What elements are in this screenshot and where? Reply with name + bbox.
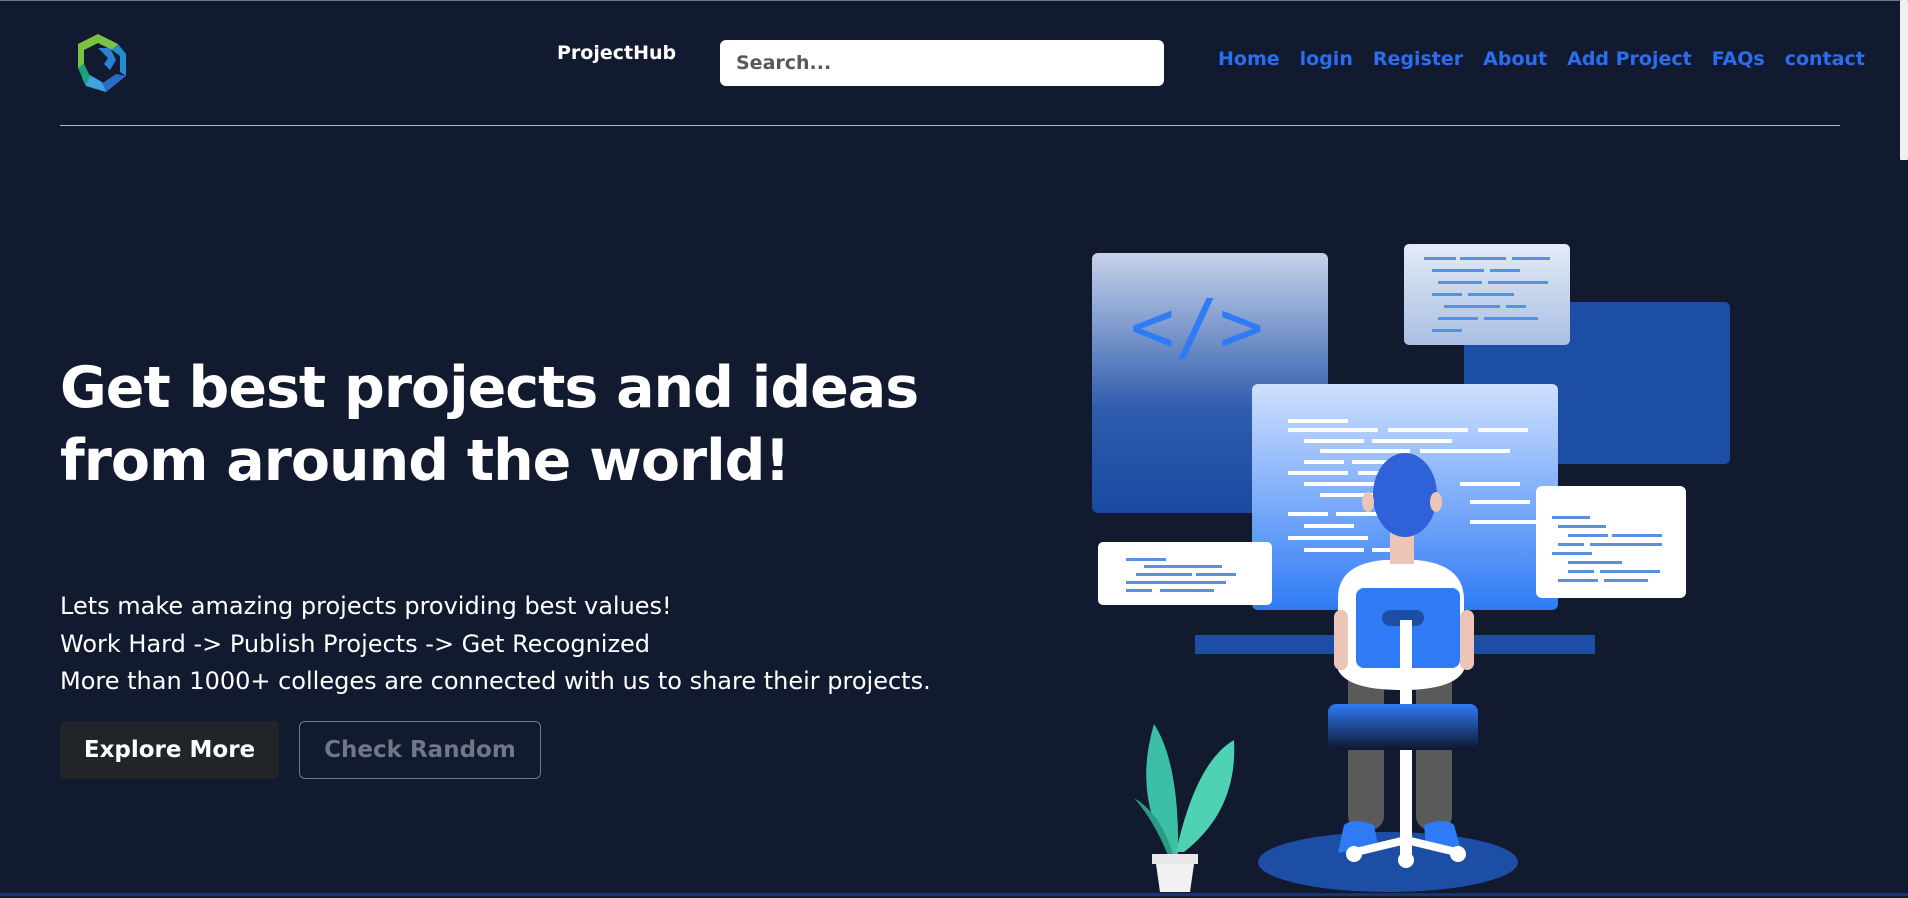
main-nav: Home login Register About Add Project FA…: [1218, 48, 1865, 70]
header-divider: [60, 125, 1840, 126]
code-symbol-icon: </>: [1130, 284, 1264, 370]
nav-register[interactable]: Register: [1373, 48, 1463, 70]
person-left-arm: [1334, 610, 1348, 670]
nav-about[interactable]: About: [1483, 48, 1547, 70]
headline-line-2: from around the world!: [60, 428, 790, 494]
nav-contact[interactable]: contact: [1785, 48, 1865, 70]
page-scrollbar[interactable]: [1900, 0, 1908, 893]
window-top-border: [0, 0, 1908, 1]
tagline-1: Lets make amazing projects providing bes…: [60, 592, 672, 620]
chair-seat: [1328, 704, 1478, 750]
nav-faqs[interactable]: FAQs: [1712, 48, 1765, 70]
person-right-arm: [1460, 610, 1474, 670]
person-hair: [1373, 453, 1437, 537]
hero-headline: Get best projects and ideas from around …: [60, 352, 960, 498]
tagline-3: More than 1000+ colleges are connected w…: [60, 667, 931, 695]
brand-name[interactable]: ProjectHub: [557, 42, 676, 64]
chair-wheel-left: [1346, 846, 1362, 862]
search-input[interactable]: [720, 40, 1164, 86]
nav-home[interactable]: Home: [1218, 48, 1280, 70]
developer-illustration: </>: [1060, 240, 1740, 894]
scrollbar-thumb[interactable]: [1900, 0, 1908, 160]
chair-wheel-right: [1450, 846, 1466, 862]
explore-more-button[interactable]: Explore More: [60, 721, 279, 779]
plant-icon: [1134, 724, 1235, 892]
nav-login[interactable]: login: [1300, 48, 1353, 70]
logo-icon[interactable]: [68, 30, 132, 96]
person-ear: [1362, 492, 1374, 512]
check-random-button[interactable]: Check Random: [299, 721, 541, 779]
chair-wheel-middle: [1398, 852, 1414, 868]
headline-line-1: Get best projects and ideas: [60, 355, 919, 421]
tagline-2: Work Hard -> Publish Projects -> Get Rec…: [60, 630, 651, 658]
person-ear-right: [1430, 492, 1442, 512]
nav-add-project[interactable]: Add Project: [1567, 48, 1692, 70]
